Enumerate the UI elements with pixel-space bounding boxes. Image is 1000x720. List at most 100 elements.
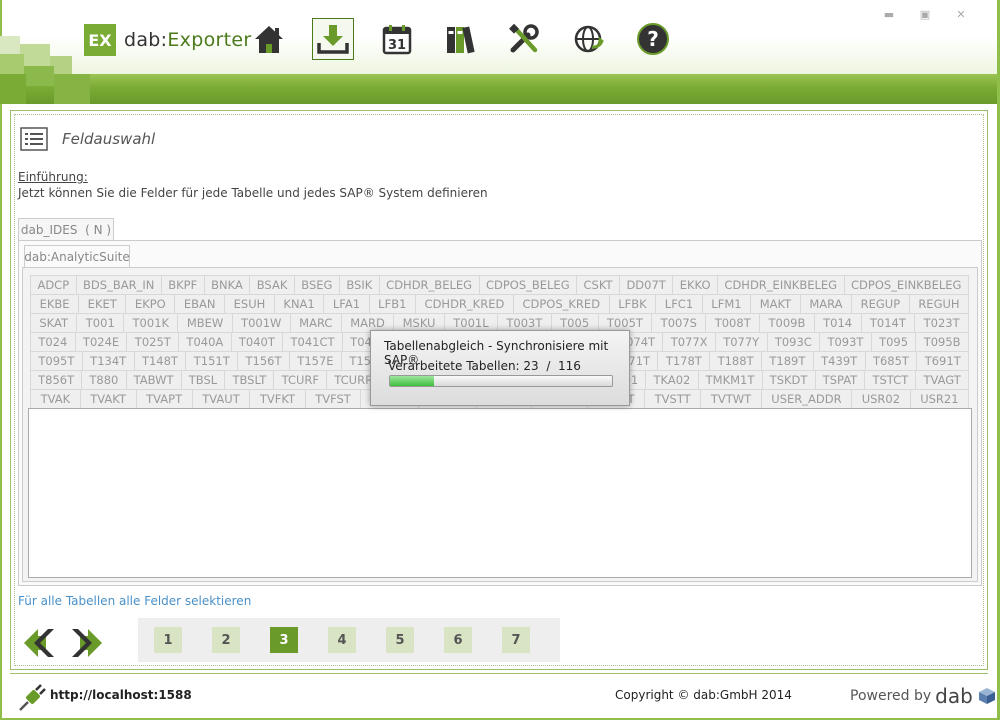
table-name-cell[interactable]: CDHDR_KRED	[414, 294, 514, 314]
back-arrow-icon[interactable]	[22, 626, 56, 660]
table-name-cell[interactable]: CSKT	[576, 275, 620, 295]
table-name-cell[interactable]: T095T	[30, 351, 83, 371]
table-name-cell[interactable]: T685T	[864, 351, 918, 371]
table-name-cell[interactable]: CDPOS_KRED	[512, 294, 610, 314]
tab-analytic-suite[interactable]: dab:AnalyticSuite	[24, 245, 130, 267]
table-name-cell[interactable]: T077Y	[714, 332, 768, 352]
table-name-cell[interactable]: T188T	[709, 351, 762, 371]
table-name-cell[interactable]: TVFST	[304, 389, 362, 409]
step-button-2[interactable]: 2	[212, 627, 240, 653]
step-button-7[interactable]: 7	[502, 627, 530, 653]
table-name-cell[interactable]: T024E	[74, 332, 128, 352]
table-name-cell[interactable]: BSAK	[249, 275, 295, 295]
table-name-cell[interactable]: EKKO	[672, 275, 718, 295]
step-button-5[interactable]: 5	[386, 627, 414, 653]
table-name-cell[interactable]: T439T	[812, 351, 866, 371]
field-list-area[interactable]	[28, 408, 972, 578]
table-name-cell[interactable]: T134T	[81, 351, 135, 371]
calendar-button[interactable]: 31	[376, 18, 418, 60]
table-name-cell[interactable]: SKAT	[30, 313, 78, 333]
step-button-6[interactable]: 6	[444, 627, 472, 653]
table-name-cell[interactable]: TVAPT	[135, 389, 193, 409]
table-name-cell[interactable]: BDS_BAR_IN	[75, 275, 162, 295]
table-name-cell[interactable]: T148T	[133, 351, 187, 371]
table-name-cell[interactable]: T093T	[819, 332, 872, 352]
table-name-cell[interactable]: EKET	[78, 294, 127, 314]
table-name-cell[interactable]: T007S	[651, 313, 707, 333]
table-name-cell[interactable]: T156T	[237, 351, 290, 371]
table-name-cell[interactable]: T025T	[126, 332, 180, 352]
table-name-cell[interactable]: EKPO	[125, 294, 176, 314]
table-name-cell[interactable]: T691T	[916, 351, 970, 371]
table-name-cell[interactable]: LFA1	[323, 294, 370, 314]
table-name-cell[interactable]: T023T	[914, 313, 970, 333]
table-name-cell[interactable]: TVSTT	[644, 389, 702, 409]
download-button[interactable]	[312, 18, 354, 60]
home-button[interactable]	[248, 18, 290, 60]
table-name-cell[interactable]: T095B	[915, 332, 969, 352]
select-all-fields-link[interactable]: Für alle Tabellen alle Felder selektiere…	[18, 594, 251, 608]
minimize-button[interactable]: ▬	[878, 8, 900, 22]
step-button-1[interactable]: 1	[154, 627, 182, 653]
table-name-cell[interactable]: LFM1	[701, 294, 752, 314]
table-name-cell[interactable]: CDHDR_EINKBELEG	[716, 275, 845, 295]
table-name-cell[interactable]: T077X	[662, 332, 716, 352]
table-name-cell[interactable]: T001	[76, 313, 125, 333]
table-name-cell[interactable]: TMKM1T	[697, 370, 763, 390]
tab-system-dab-ides[interactable]: dab_IDES ( N )	[18, 218, 114, 240]
table-name-cell[interactable]: ADCP	[30, 275, 77, 295]
table-name-cell[interactable]: T093C	[766, 332, 821, 352]
table-name-cell[interactable]: TABWT	[125, 370, 182, 390]
maximize-button[interactable]: ▣	[914, 8, 936, 22]
table-name-cell[interactable]: EKBE	[30, 294, 80, 314]
table-name-cell[interactable]: MAKT	[750, 294, 801, 314]
table-name-cell[interactable]: T014	[813, 313, 862, 333]
table-name-cell[interactable]: TVAK	[30, 389, 81, 409]
table-name-cell[interactable]: USR02	[851, 389, 911, 409]
table-name-cell[interactable]: TVAGT	[915, 370, 969, 390]
table-name-cell[interactable]: REGUH	[908, 294, 970, 314]
table-name-cell[interactable]: TSTCT	[864, 370, 917, 390]
table-name-cell[interactable]: TSPAT	[814, 370, 866, 390]
table-name-cell[interactable]: CDPOS_BELEG	[478, 275, 578, 295]
table-name-cell[interactable]: ESUH	[224, 294, 275, 314]
table-name-cell[interactable]: LFC1	[655, 294, 703, 314]
archive-button[interactable]	[440, 18, 482, 60]
table-name-cell[interactable]: T856T	[30, 370, 83, 390]
table-name-cell[interactable]: BKPF	[160, 275, 205, 295]
table-name-cell[interactable]: USER_ADDR	[760, 389, 853, 409]
table-name-cell[interactable]: T178T	[657, 351, 711, 371]
table-name-cell[interactable]: KNA1	[273, 294, 325, 314]
table-name-cell[interactable]: TVFKT	[249, 389, 306, 409]
table-name-cell[interactable]: T880	[81, 370, 127, 390]
table-name-cell[interactable]: T041CT	[282, 332, 343, 352]
table-name-cell[interactable]: T095	[870, 332, 917, 352]
table-name-cell[interactable]: CDHDR_BELEG	[378, 275, 480, 295]
step-button-4[interactable]: 4	[328, 627, 356, 653]
table-name-cell[interactable]: TBSLT	[224, 370, 275, 390]
table-name-cell[interactable]: TBSL	[180, 370, 226, 390]
table-name-cell[interactable]: BSIK	[338, 275, 380, 295]
table-name-cell[interactable]: T001W	[231, 313, 291, 333]
forward-arrow-icon[interactable]	[70, 626, 104, 660]
table-name-cell[interactable]: DD07T	[619, 275, 674, 295]
step-button-3[interactable]: 3	[270, 627, 298, 653]
table-name-cell[interactable]: T189T	[760, 351, 814, 371]
table-name-cell[interactable]: REGUP	[851, 294, 910, 314]
table-name-cell[interactable]: T008T	[705, 313, 761, 333]
table-name-cell[interactable]: T009B	[759, 313, 815, 333]
table-name-cell[interactable]: T151T	[185, 351, 239, 371]
table-name-cell[interactable]: LFBK	[608, 294, 657, 314]
table-name-cell[interactable]: TVTWT	[700, 389, 762, 409]
table-name-cell[interactable]: BSEG	[293, 275, 340, 295]
table-name-cell[interactable]: TSKDT	[761, 370, 816, 390]
table-name-cell[interactable]: T024	[30, 332, 76, 352]
table-name-cell[interactable]: MBEW	[177, 313, 233, 333]
table-name-cell[interactable]: BNKA	[203, 275, 251, 295]
sync-button[interactable]	[568, 18, 610, 60]
table-name-cell[interactable]: LFB1	[368, 294, 416, 314]
table-name-cell[interactable]: T014T	[860, 313, 916, 333]
table-name-cell[interactable]: USR21	[909, 389, 970, 409]
table-name-cell[interactable]: TCURF	[273, 370, 328, 390]
table-name-cell[interactable]: TVAKT	[79, 389, 137, 409]
